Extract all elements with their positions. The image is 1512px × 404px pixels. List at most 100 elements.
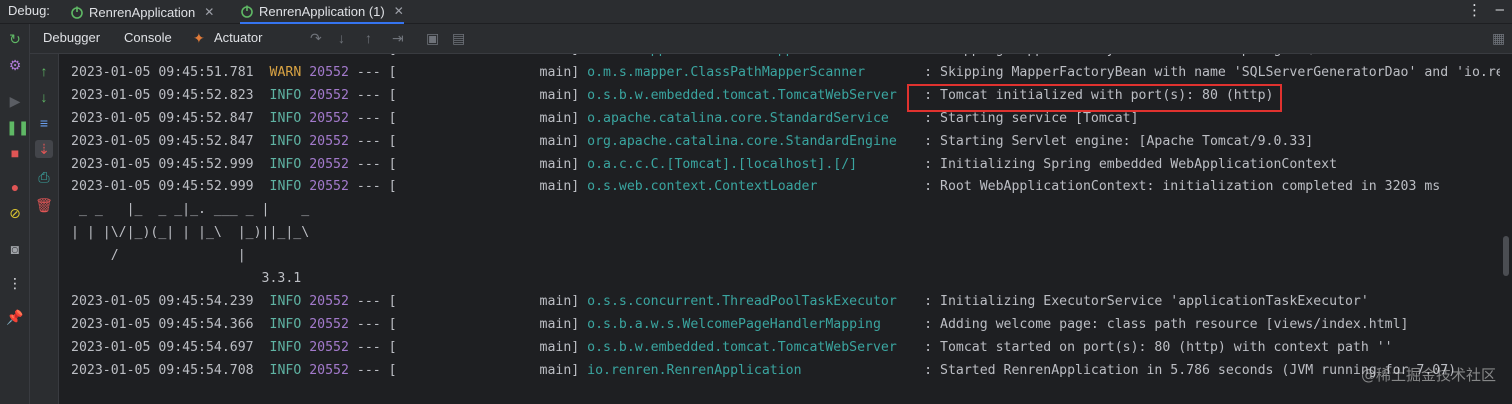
log-separator: --- [ [348, 87, 397, 103]
banner-text: _ _ |_ _ _|_. ___ _ | _ [71, 202, 310, 218]
more-icon[interactable]: ⋮ [6, 274, 24, 292]
watermark: @稀土掘金技术社区 [1360, 366, 1496, 384]
log-level: WARN [269, 64, 302, 80]
log-thread: main] [540, 54, 580, 57]
down-arrow-icon[interactable]: ↓ [35, 88, 53, 106]
log-thread: main] [539, 156, 580, 172]
evaluate-expression-icon[interactable]: ▣ [426, 30, 439, 47]
debug-toolbar: Debugger Console ✦ Actuator ↷ ↓ ↑ ⇥ ▣ ▤ … [30, 24, 1512, 54]
log-timestamp: 2023-01-05 09:45:52.847 [71, 133, 254, 149]
step-out-icon[interactable]: ↑ [365, 30, 372, 46]
log-message: : Tomcat initialized with port(s): 80 (h… [924, 87, 1274, 103]
log-message: : Tomcat started on port(s): 80 (http) w… [924, 339, 1393, 355]
log-logger: o.apache.catalina.core.StandardService [587, 110, 889, 126]
log-logger: o.a.c.c.C.[Tomcat].[localhost].[/] [587, 156, 858, 172]
log-timestamp: 2023-01-05 09:45:52.999 [71, 156, 254, 172]
step-over-icon[interactable]: ↷ [310, 30, 322, 47]
log-pid: 20552 [309, 339, 349, 355]
log-message: : Skipping MapperFactoryBean with name '… [924, 54, 1500, 57]
tab-renren-application[interactable]: RenrenApplication ✕ [70, 0, 214, 24]
log-line: 2023-01-05 09:45:52.847 INFO 20552 --- [… [71, 132, 1313, 152]
log-logger: o.s.s.concurrent.ThreadPoolTaskExecutor [587, 293, 897, 309]
log-line: 2023-01-05 09:45:54.239 INFO 20552 --- [… [71, 292, 1369, 312]
log-level: INFO [269, 133, 302, 149]
clear-all-icon[interactable]: 🗑 [35, 196, 53, 214]
banner-text: 3.3.1 [71, 271, 302, 286]
log-pid: 20552 [309, 87, 349, 103]
tab-console[interactable]: Console [124, 30, 172, 45]
up-arrow-icon[interactable]: ↑ [35, 62, 53, 80]
log-logger: o.s.b.a.w.s.WelcomePageHandlerMapping [587, 316, 881, 332]
log-separator: --- [ [348, 316, 397, 332]
console-output[interactable]: 2023-01-05 09:45:51.781 WARN 20552 --- [… [60, 54, 1500, 404]
log-logger: o.m.s.mapper.ClassPathMapperScanner [587, 54, 924, 60]
log-pid: 20552 [309, 362, 349, 378]
tab-debugger[interactable]: Debugger [43, 30, 100, 45]
log-logger: o.s.b.w.embedded.tomcat.TomcatWebServer [587, 87, 897, 103]
debug-tab-bar: Debug: RenrenApplication ✕ RenrenApplica… [0, 0, 1512, 24]
log-line: 2023-01-05 09:45:52.847 INFO 20552 --- [… [71, 109, 1139, 129]
banner-text: / | [71, 248, 246, 264]
log-timestamp: 2023-01-05 09:45:52.847 [71, 110, 254, 126]
log-message: : Adding welcome page: class path resour… [924, 316, 1409, 332]
log-level: INFO [269, 293, 302, 309]
rerun-icon[interactable]: ↻ [6, 30, 24, 48]
log-separator: --- [ [348, 179, 397, 195]
log-level: WARN [270, 54, 302, 57]
log-separator: --- [ [348, 293, 397, 309]
run-to-cursor-icon[interactable]: ⇥ [392, 30, 404, 47]
log-logger: io.renren.RenrenApplication [587, 362, 802, 378]
log-logger: org.apache.catalina.core.StandardEngine [587, 133, 897, 149]
scroll-to-end-icon[interactable]: ⇣ [35, 140, 53, 158]
banner-line: / | [71, 246, 246, 266]
log-thread: main] [539, 110, 580, 126]
minimize-icon[interactable]: – [1496, 1, 1504, 18]
log-timestamp: 2023-01-05 09:45:51.781 [71, 54, 254, 57]
stop-icon[interactable]: ■ [6, 144, 24, 162]
log-level: INFO [269, 339, 302, 355]
log-thread: main] [539, 64, 580, 80]
tab-actuator[interactable]: Actuator [214, 30, 262, 45]
close-icon[interactable]: ✕ [394, 4, 404, 18]
log-level: INFO [269, 179, 302, 195]
tab-renren-application-1[interactable]: RenrenApplication (1) ✕ [240, 0, 404, 24]
debug-actions-strip: ↻ ⚙ ▶ ❚❚ ■ ● ⊘ ◙ ⋮ 📌 [0, 24, 30, 404]
layout-icon[interactable]: ▤ [452, 30, 465, 47]
mute-breakpoints-icon[interactable]: ⊘ [6, 204, 24, 222]
tab-label: RenrenApplication (1) [259, 3, 385, 19]
log-line: 2023-01-05 09:45:52.823 INFO 20552 --- [… [71, 86, 1274, 106]
log-thread: main] [539, 87, 580, 103]
close-icon[interactable]: ✕ [204, 5, 214, 19]
more-options-icon[interactable]: ⋮ [1467, 1, 1482, 19]
settings-gear-icon[interactable]: ⚙ [6, 56, 24, 74]
log-thread: main] [539, 316, 580, 332]
log-line: 2023-01-05 09:45:54.366 INFO 20552 --- [… [71, 315, 1408, 335]
layout-settings-icon[interactable]: ▦ [1492, 30, 1505, 47]
log-timestamp: 2023-01-05 09:45:54.366 [71, 316, 254, 332]
step-into-icon[interactable]: ↓ [338, 30, 345, 46]
actuator-icon: ✦ [193, 30, 205, 46]
camera-icon[interactable]: ◙ [6, 240, 24, 258]
pin-icon[interactable]: 📌 [6, 308, 24, 326]
log-pid: 20552 [309, 293, 349, 309]
log-message: : Initializing Spring embedded WebApplic… [924, 156, 1338, 172]
log-timestamp: 2023-01-05 09:45:52.999 [71, 179, 254, 195]
soft-wrap-icon[interactable]: ≡ [35, 114, 53, 132]
print-icon[interactable]: ⎙ [35, 168, 53, 186]
console-scrollbar[interactable] [1500, 54, 1512, 404]
log-pid: 20552 [309, 110, 349, 126]
spring-power-icon [71, 6, 83, 19]
log-pid: 20552 [309, 54, 349, 57]
tab-label: RenrenApplication [89, 4, 196, 20]
scroll-thumb[interactable] [1503, 236, 1509, 276]
view-breakpoints-icon[interactable]: ● [6, 178, 24, 196]
banner-line: | | |\/|_)(_| | |_\ |_)||_|_\ [71, 223, 309, 243]
spring-power-icon [241, 5, 253, 18]
pause-icon[interactable]: ❚❚ [6, 118, 29, 136]
log-line: 2023-01-05 09:45:51.781 WARN 20552 --- [… [71, 54, 1500, 60]
log-level: INFO [269, 110, 302, 126]
resume-icon[interactable]: ▶ [6, 92, 24, 110]
log-thread: main] [539, 362, 580, 378]
log-logger: o.s.b.w.embedded.tomcat.TomcatWebServer [587, 339, 897, 355]
log-timestamp: 2023-01-05 09:45:54.708 [71, 362, 254, 378]
